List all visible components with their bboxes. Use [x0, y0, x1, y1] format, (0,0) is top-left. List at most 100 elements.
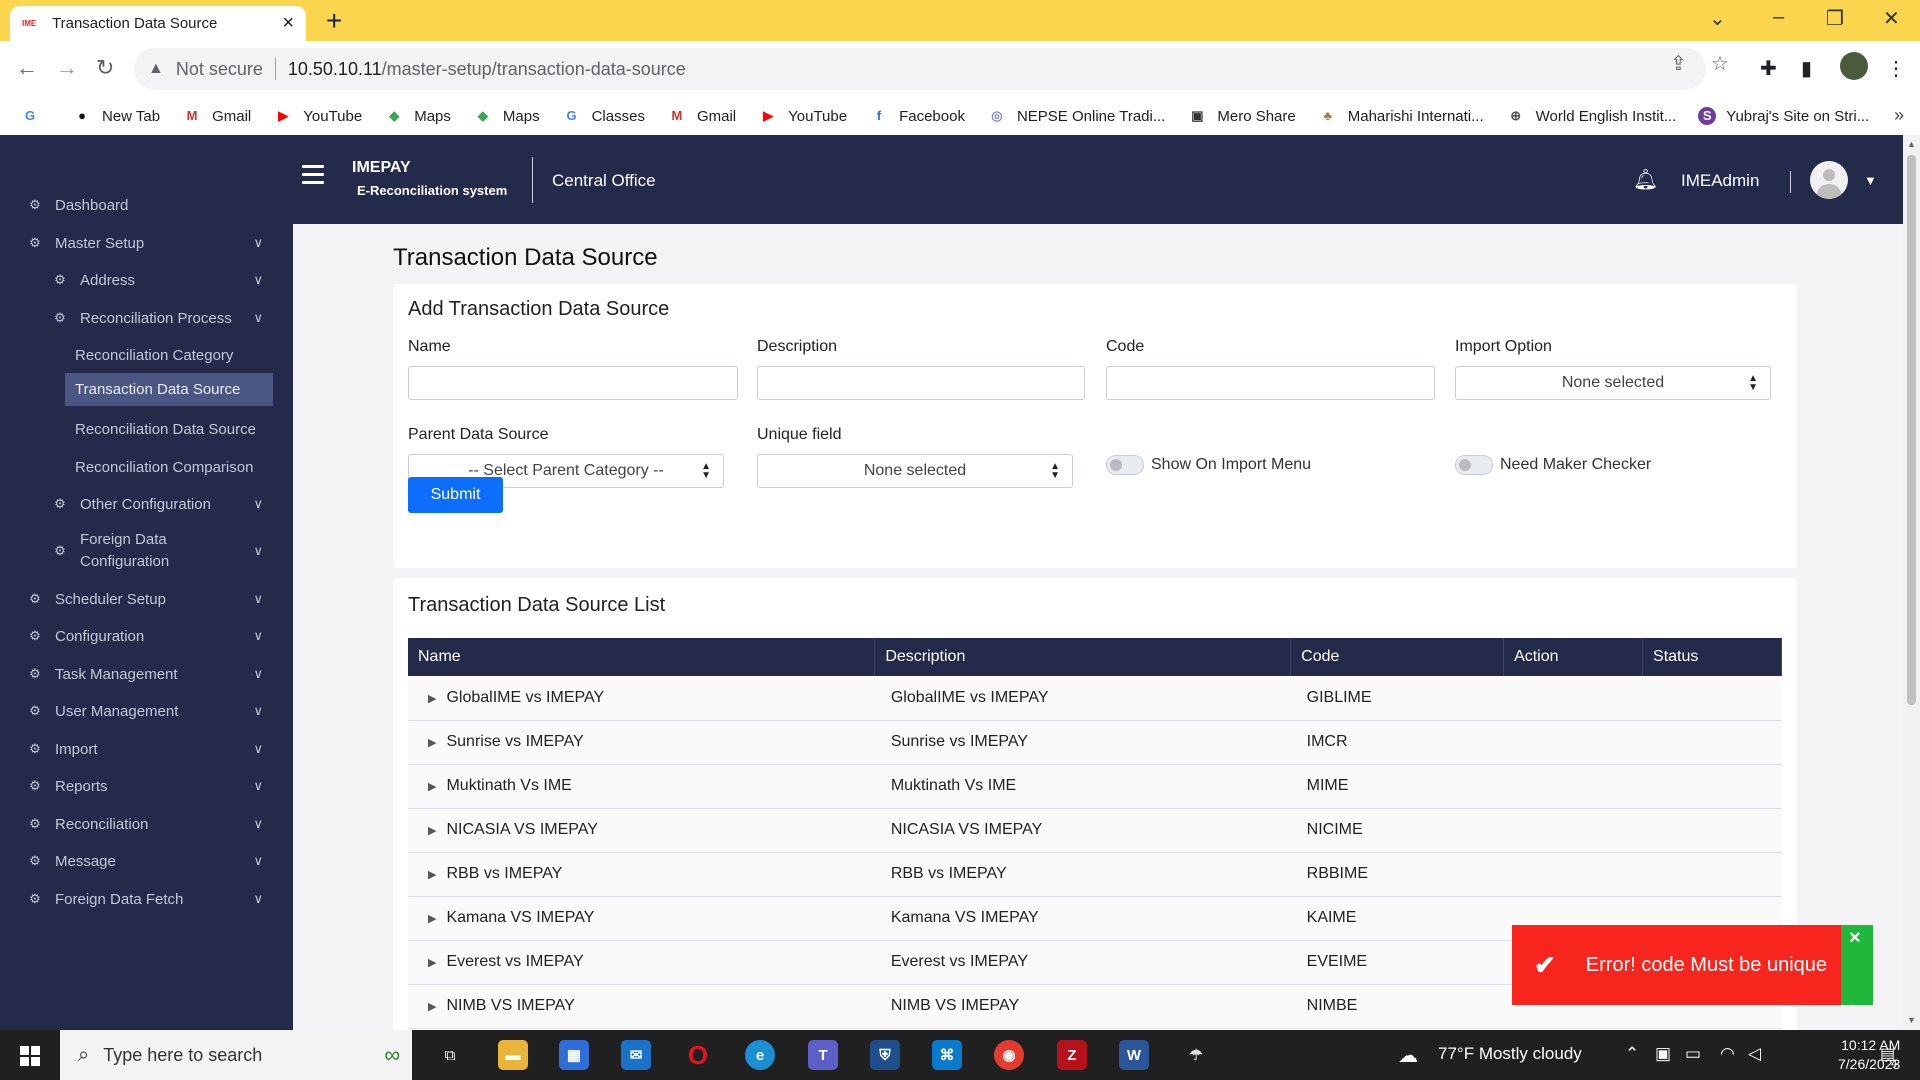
- expand-caret-icon[interactable]: ▶: [428, 957, 436, 969]
- sidebar-item-reconciliation-comparison[interactable]: Reconciliation Comparison: [0, 452, 293, 482]
- expand-caret-icon[interactable]: ▶: [428, 913, 436, 925]
- scroll-down-icon[interactable]: ▼: [1907, 1015, 1916, 1025]
- side-panel-icon[interactable]: ▮: [1801, 56, 1812, 81]
- extensions-icon[interactable]: ✚: [1760, 56, 1777, 81]
- table-row[interactable]: ▶ Muktinath Vs IME Muktinath Vs IME MIME: [408, 764, 1782, 809]
- bookmark-item[interactable]: ◆ Maps: [384, 108, 451, 125]
- bookmark-item[interactable]: G Classes: [562, 108, 645, 125]
- bookmark-item[interactable]: ♣ Maharishi Internati...: [1318, 108, 1483, 125]
- weather-cloud-icon[interactable]: ☁: [1398, 1043, 1418, 1068]
- code-input[interactable]: [1106, 366, 1435, 400]
- wifi-icon[interactable]: ◠: [1720, 1044, 1735, 1064]
- menu-toggle-icon[interactable]: [302, 165, 324, 185]
- bookmark-item[interactable]: ◎ NEPSE Online Tradi...: [987, 108, 1165, 125]
- microsoft-store-icon[interactable]: ▦: [559, 1040, 589, 1070]
- column-header-name[interactable]: Name: [408, 638, 876, 676]
- forward-icon[interactable]: →: [56, 55, 78, 81]
- description-input[interactable]: [757, 366, 1085, 400]
- profile-avatar-icon[interactable]: [1840, 52, 1868, 80]
- sidebar-item-message[interactable]: ⚙ Message ∨: [0, 846, 293, 876]
- sidebar-item-foreign-data-configuration[interactable]: ⚙ Foreign Data Configuration ∨: [0, 527, 293, 575]
- more-bookmarks-icon[interactable]: »: [1894, 105, 1904, 126]
- show-on-import-toggle[interactable]: [1106, 455, 1144, 475]
- volume-icon[interactable]: ◁: [1748, 1044, 1761, 1064]
- teams-icon[interactable]: T: [808, 1040, 838, 1070]
- chrome-icon[interactable]: ◉: [994, 1040, 1024, 1070]
- table-row[interactable]: ▶ GlobalIME vs IMEPAY GlobalIME vs IMEPAY G…: [408, 676, 1782, 721]
- new-tab-icon[interactable]: +: [326, 7, 342, 35]
- bookmark-item[interactable]: ▶ YouTube: [273, 108, 362, 125]
- windows-start-icon[interactable]: [20, 1046, 40, 1066]
- need-maker-checker-toggle[interactable]: [1455, 455, 1493, 475]
- restore-icon[interactable]: ❐: [1826, 6, 1844, 31]
- browser-tab[interactable]: IME Transaction Data Source ×: [10, 6, 306, 41]
- bookmark-item[interactable]: ◆ Maps: [473, 108, 540, 125]
- edge-icon[interactable]: e: [745, 1040, 775, 1070]
- bookmark-item[interactable]: S Yubraj's Site on Stri...: [1698, 107, 1869, 125]
- word-icon[interactable]: W: [1119, 1040, 1149, 1070]
- sidebar-item-reconciliation-data-source[interactable]: Reconciliation Data Source: [0, 414, 293, 444]
- file-explorer-icon[interactable]: ▬: [498, 1040, 528, 1070]
- opera-icon[interactable]: O: [683, 1040, 713, 1070]
- bookmark-item[interactable]: M Gmail: [667, 108, 737, 125]
- bookmark-item[interactable]: f Facebook: [869, 108, 965, 125]
- sidebar-item-other-configuration[interactable]: ⚙ Other Configuration ∨: [0, 489, 293, 519]
- weather-text[interactable]: 77°F Mostly cloudy: [1438, 1044, 1582, 1064]
- sidebar-item-reconciliation-process[interactable]: ⚙ Reconciliation Process ∨: [0, 303, 293, 333]
- tab-search-chevron-icon[interactable]: ⌄: [1709, 6, 1726, 31]
- expand-caret-icon[interactable]: ▶: [428, 1001, 436, 1013]
- scroll-up-icon[interactable]: ▲: [1907, 139, 1916, 149]
- avatar[interactable]: [1810, 161, 1848, 199]
- table-row[interactable]: ▶ RBB vs IMEPAY RBB vs IMEPAY RBBIME: [408, 852, 1782, 897]
- sidebar-item-scheduler-setup[interactable]: ⚙ Scheduler Setup ∨: [0, 584, 293, 614]
- expand-caret-icon[interactable]: ▶: [428, 825, 436, 837]
- column-header-status[interactable]: Status: [1642, 638, 1782, 676]
- vscode-icon[interactable]: ⌘: [932, 1040, 962, 1070]
- bookmark-google[interactable]: G: [20, 108, 50, 124]
- sidebar-item-master-setup[interactable]: ⚙ Master Setup ∨: [0, 228, 293, 258]
- sidebar-item-configuration[interactable]: ⚙ Configuration ∨: [0, 621, 293, 651]
- back-icon[interactable]: ←: [16, 55, 38, 81]
- username[interactable]: IMEAdmin: [1681, 171, 1759, 191]
- tray-chevron-icon[interactable]: ⌃: [1625, 1044, 1639, 1064]
- name-input[interactable]: [408, 366, 738, 400]
- address-bar[interactable]: ▲ Not secure 10.50.10.11/master-setup/tr…: [134, 48, 1706, 90]
- sidebar-item-import[interactable]: ⚙ Import ∨: [0, 734, 293, 764]
- sidebar-item-reconciliation[interactable]: ⚙ Reconciliation ∨: [0, 809, 293, 839]
- user-caret-down-icon[interactable]: ▼: [1864, 173, 1877, 188]
- expand-caret-icon[interactable]: ▶: [428, 781, 436, 793]
- chrome-menu-icon[interactable]: ⋮: [1886, 56, 1906, 81]
- sidebar-item-reconciliation-category[interactable]: Reconciliation Category: [0, 340, 293, 370]
- bookmark-item[interactable]: ● New Tab: [72, 108, 160, 125]
- scrollbar-thumb[interactable]: [1907, 155, 1916, 705]
- task-view-icon[interactable]: ⧉: [435, 1040, 465, 1070]
- column-header-code[interactable]: Code: [1290, 638, 1505, 676]
- reload-icon[interactable]: ↻: [96, 55, 114, 81]
- app-icon[interactable]: ☂: [1181, 1040, 1211, 1070]
- submit-button[interactable]: Submit: [408, 477, 503, 513]
- filezilla-icon[interactable]: Z: [1057, 1040, 1087, 1070]
- sidebar-item-task-management[interactable]: ⚙ Task Management ∨: [0, 659, 293, 689]
- mail-icon[interactable]: ✉: [621, 1040, 651, 1070]
- sidebar-item-user-management[interactable]: ⚙ User Management ∨: [0, 696, 293, 726]
- defender-icon[interactable]: ⛨: [870, 1040, 900, 1070]
- import-option-select[interactable]: None selected ▲ ▼: [1455, 366, 1771, 400]
- bookmark-item[interactable]: ▶ YouTube: [758, 108, 847, 125]
- table-row[interactable]: ▶ NICASIA VS IMEPAY NICASIA VS IMEPAY NICIM…: [408, 808, 1782, 853]
- close-tab-icon[interactable]: ×: [282, 12, 294, 35]
- battery-icon[interactable]: ▭: [1685, 1044, 1701, 1064]
- bookmark-star-icon[interactable]: ☆: [1711, 51, 1729, 76]
- sidebar-item-foreign-data-fetch[interactable]: ⚙ Foreign Data Fetch ∨: [0, 884, 293, 914]
- share-icon[interactable]: ⇪: [1670, 51, 1687, 76]
- bookmark-item[interactable]: M Gmail: [182, 108, 252, 125]
- minimize-icon[interactable]: –: [1773, 6, 1784, 29]
- toast-close-button[interactable]: ×: [1841, 925, 1873, 1005]
- expand-caret-icon[interactable]: ▶: [428, 869, 436, 881]
- expand-caret-icon[interactable]: ▶: [428, 693, 436, 705]
- tray-app-icon[interactable]: ▣: [1655, 1044, 1671, 1064]
- close-window-icon[interactable]: ✕: [1883, 6, 1900, 31]
- sidebar-item-transaction-data-source[interactable]: Transaction Data Source: [65, 373, 273, 406]
- bookmark-item[interactable]: ▣ Mero Share: [1187, 108, 1296, 125]
- column-header-description[interactable]: Description: [874, 638, 1292, 676]
- table-row[interactable]: ▶ Sunrise vs IMEPAY Sunrise vs IMEPAY IMCR: [408, 720, 1782, 765]
